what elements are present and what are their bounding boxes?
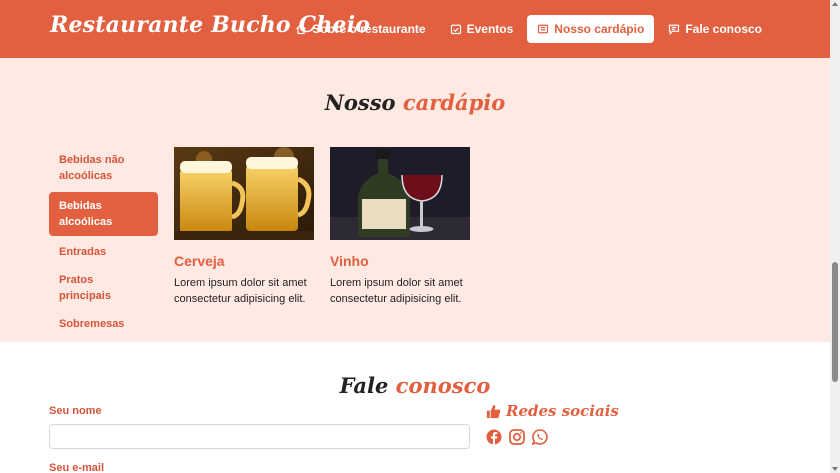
- scroll-up-icon[interactable]: [832, 2, 838, 6]
- name-input[interactable]: [49, 424, 470, 449]
- home-icon: [296, 23, 307, 35]
- nav-contact-label: Fale conosco: [685, 22, 762, 36]
- category-alcoholic[interactable]: Bebidas alcoólicas: [49, 192, 158, 236]
- nav-menu[interactable]: Nosso cardápio: [527, 15, 655, 43]
- menu-title-part2: cardápio: [402, 90, 506, 115]
- scroll-down-icon[interactable]: [832, 467, 838, 471]
- menu-item-title: Vinho: [330, 253, 369, 269]
- menu-section: Nosso cardápio Bebidas não alcoólicas Be…: [0, 58, 830, 342]
- nav-contact[interactable]: Fale conosco: [658, 15, 772, 43]
- navbar: Restaurante Bucho Cheio Sobre o restaura…: [0, 0, 830, 58]
- instagram-icon[interactable]: [509, 429, 525, 445]
- wine-image: [330, 147, 470, 240]
- facebook-icon[interactable]: [486, 429, 502, 445]
- menu-item-title: Cerveja: [174, 253, 225, 269]
- message-icon: [669, 24, 680, 35]
- thumbs-up-icon: [486, 404, 501, 418]
- contact-title-part2: conosco: [395, 373, 491, 398]
- menu-item-card-wine: Vinho Lorem ipsum dolor sit amet consect…: [330, 147, 470, 307]
- category-non-alcoholic[interactable]: Bebidas não alcoólicas: [49, 148, 158, 188]
- contact-title-part1: Fale: [339, 373, 389, 398]
- menu-card-icon: [538, 24, 549, 34]
- social-title-text: Redes sociais: [506, 402, 619, 420]
- whatsapp-icon[interactable]: [531, 429, 548, 446]
- nav-events[interactable]: Eventos: [440, 15, 524, 43]
- category-list: Bebidas não alcoólicas Bebidas alcoólica…: [49, 148, 158, 340]
- social-icons: [486, 429, 548, 446]
- calendar-check-icon: [450, 24, 461, 35]
- nav-about[interactable]: Sobre o restaurante: [285, 15, 435, 43]
- menu-title-part1: Nosso: [324, 90, 396, 115]
- category-desserts[interactable]: Sobremesas: [49, 312, 158, 336]
- menu-section-title: Nosso cardápio: [0, 90, 830, 115]
- email-label: Seu e-mail: [49, 462, 105, 473]
- menu-item-card-beer: Cerveja Lorem ipsum dolor sit amet conse…: [174, 147, 314, 307]
- social-title: Redes sociais: [486, 402, 619, 420]
- contact-section-title: Fale conosco: [0, 373, 830, 398]
- nav-menu-label: Nosso cardápio: [554, 22, 645, 36]
- nav-about-label: Sobre o restaurante: [312, 22, 426, 36]
- category-main-dishes[interactable]: Pratos principais: [49, 268, 158, 308]
- contact-section: Fale conosco Seu nome Seu e-mail Redes s…: [0, 342, 830, 473]
- name-label: Seu nome: [49, 405, 102, 417]
- nav-events-label: Eventos: [466, 22, 514, 36]
- menu-item-description: Lorem ipsum dolor sit amet consectetur a…: [174, 277, 307, 305]
- page-scrollbar[interactable]: [830, 0, 840, 473]
- scroll-thumb[interactable]: [832, 262, 838, 382]
- beer-image: [174, 147, 314, 240]
- category-starters[interactable]: Entradas: [49, 240, 158, 264]
- main-nav: Sobre o restaurante Eventos Nosso cardáp…: [285, 15, 772, 43]
- menu-item-description: Lorem ipsum dolor sit amet consectetur a…: [330, 277, 463, 305]
